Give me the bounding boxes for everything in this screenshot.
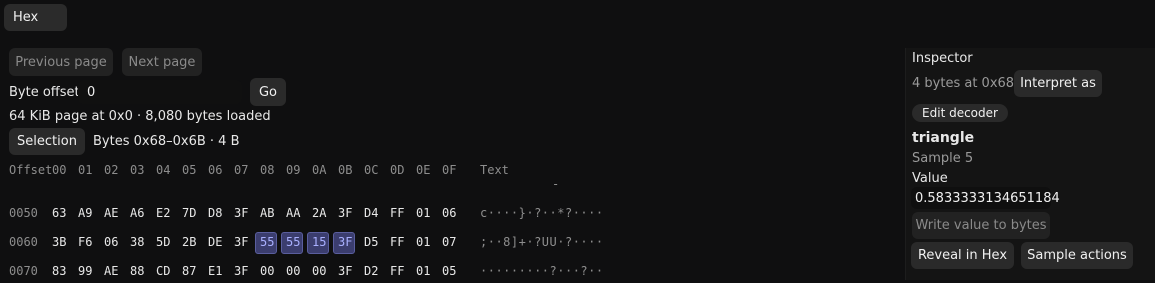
hex-header-col: 05 bbox=[182, 163, 197, 177]
hex-byte-cell[interactable]: 15 bbox=[312, 235, 326, 249]
hex-byte-cell[interactable]: D5 bbox=[364, 235, 378, 249]
hex-byte-cell[interactable]: AE bbox=[104, 264, 118, 278]
hex-byte-cell[interactable]: A9 bbox=[78, 206, 92, 220]
hex-header-col: 08 bbox=[260, 163, 275, 177]
hex-byte-cell[interactable]: 83 bbox=[52, 264, 66, 278]
go-button[interactable]: Go bbox=[250, 78, 286, 106]
hex-byte-cell[interactable]: F6 bbox=[78, 235, 92, 249]
hex-byte-cell[interactable]: 2B bbox=[182, 235, 196, 249]
hex-row-text: ;··8]+·?UU·?···· bbox=[480, 235, 604, 249]
next-page-button[interactable]: Next page bbox=[122, 48, 202, 76]
previous-page-button[interactable]: Previous page bbox=[9, 48, 113, 76]
hex-byte-cell[interactable]: D2 bbox=[364, 264, 378, 278]
hex-header-text: Text bbox=[480, 163, 509, 177]
hex-header-offset: Offset bbox=[9, 163, 53, 177]
inspector-title: Inspector bbox=[912, 51, 973, 66]
interpret-as-button[interactable]: Interpret as bbox=[1014, 70, 1102, 97]
value-label: Value bbox=[912, 171, 948, 186]
byte-offset-label: Byte offset bbox=[9, 85, 80, 100]
byte-offset-input[interactable]: 0 bbox=[78, 80, 242, 104]
page-info: 64 KiB page at 0x0 · 8,080 bytes loaded bbox=[9, 109, 271, 124]
hex-header-col: 07 bbox=[234, 163, 249, 177]
hex-byte-cell[interactable]: AB bbox=[260, 206, 274, 220]
hex-header-col: 0F bbox=[442, 163, 457, 177]
hex-byte-cell[interactable]: 00 bbox=[260, 264, 274, 278]
hex-header-col: 0A bbox=[312, 163, 327, 177]
decoder-name: triangle bbox=[912, 130, 975, 146]
hex-byte-cell[interactable]: D8 bbox=[208, 206, 222, 220]
hex-byte-cell[interactable]: CD bbox=[156, 264, 170, 278]
hex-byte-cell[interactable]: 3B bbox=[52, 235, 66, 249]
hex-row-text: ·········?···?·· bbox=[480, 264, 604, 278]
value-text: 0.5833333134651184 bbox=[915, 190, 1060, 206]
hex-byte-cell[interactable]: 63 bbox=[52, 206, 66, 220]
hex-byte-cell[interactable]: 00 bbox=[312, 264, 326, 278]
hex-row: 0060 3B F6 06 38 5D 2B DE 3F 55 55 15 3F D5 FF 01 07 ;··8… bbox=[9, 232, 889, 254]
hex-byte-cell[interactable]: 01 bbox=[416, 206, 430, 220]
hex-header-col: 0D bbox=[390, 163, 405, 177]
hex-byte-cell[interactable]: FF bbox=[390, 235, 404, 249]
hex-byte-cell[interactable]: 06 bbox=[442, 206, 456, 220]
hex-byte-cell[interactable]: A6 bbox=[130, 206, 144, 220]
view-mode-select[interactable]: Hex bbox=[4, 4, 67, 31]
hex-byte-cell[interactable]: 01 bbox=[416, 235, 430, 249]
hex-byte-cell[interactable]: D4 bbox=[364, 206, 378, 220]
hex-byte-cell[interactable]: 05 bbox=[442, 264, 456, 278]
hex-byte-cell[interactable]: FF bbox=[390, 206, 404, 220]
hex-header-col: 0C bbox=[364, 163, 379, 177]
sample-actions-button[interactable]: Sample actions bbox=[1021, 242, 1133, 269]
selection-button[interactable]: Selection bbox=[9, 128, 85, 155]
hex-byte-cell[interactable]: 3F bbox=[234, 264, 248, 278]
view-mode-value: Hex bbox=[13, 10, 39, 25]
hex-byte-cell[interactable]: 87 bbox=[182, 264, 196, 278]
hex-byte-cell[interactable]: 07 bbox=[442, 235, 456, 249]
hex-byte-cell[interactable]: 01 bbox=[416, 264, 430, 278]
hex-byte-cell[interactable]: 3F bbox=[234, 206, 248, 220]
hex-row-text: c····}·?··*?···· bbox=[480, 206, 604, 220]
hex-byte-cell[interactable]: AA bbox=[286, 206, 300, 220]
hex-row-offset: 0050 bbox=[9, 206, 38, 220]
hex-byte-cell[interactable]: 3F bbox=[338, 264, 352, 278]
hex-byte-cell[interactable]: 2A bbox=[312, 206, 326, 220]
hex-byte-cell[interactable]: 3F bbox=[338, 206, 352, 220]
selection-range: Bytes 0x68–0x6B · 4 B bbox=[93, 134, 240, 149]
value-field[interactable]: 0.5833333134651184 bbox=[911, 187, 1060, 209]
hex-byte-cell[interactable]: FF bbox=[390, 264, 404, 278]
hex-byte-cell[interactable]: AE bbox=[104, 206, 118, 220]
hex-byte-cell[interactable]: 06 bbox=[104, 235, 118, 249]
hex-row-offset: 0060 bbox=[9, 235, 38, 249]
hex-byte-cell[interactable]: E2 bbox=[156, 206, 170, 220]
hex-byte-cell[interactable]: 99 bbox=[78, 264, 92, 278]
inspector-summary: 4 bytes at 0x68 bbox=[912, 76, 1015, 91]
hex-header-col: 03 bbox=[130, 163, 145, 177]
edit-decoder-button[interactable]: Edit decoder bbox=[912, 104, 1008, 122]
hex-byte-cell[interactable]: 00 bbox=[286, 264, 300, 278]
hex-byte-cell[interactable]: DE bbox=[208, 235, 222, 249]
byte-offset-value: 0 bbox=[87, 84, 96, 100]
hex-byte-cell[interactable]: 3F bbox=[338, 235, 352, 249]
hex-byte-cell[interactable]: 55 bbox=[286, 235, 300, 249]
hex-header-col: 0B bbox=[338, 163, 353, 177]
hex-row-offset: 0070 bbox=[9, 264, 38, 278]
hex-header-col: 0E bbox=[416, 163, 431, 177]
hex-header-col: 04 bbox=[156, 163, 171, 177]
hex-row: 0050 63 A9 AE A6 E2 7D D8 3F AB AA 2A 3F D4 FF 01 06 c···… bbox=[9, 203, 889, 225]
hex-header-col: 09 bbox=[286, 163, 301, 177]
hex-byte-cell[interactable]: 38 bbox=[130, 235, 144, 249]
hex-header-extra: - bbox=[552, 177, 560, 191]
reveal-in-hex-button[interactable]: Reveal in Hex bbox=[911, 242, 1014, 269]
hex-byte-cell[interactable]: 7D bbox=[182, 206, 196, 220]
hex-byte-cell[interactable]: 5D bbox=[156, 235, 170, 249]
hex-header-col: 00 bbox=[52, 163, 67, 177]
hex-byte-cell[interactable]: 55 bbox=[260, 235, 274, 249]
hex-header-col: 01 bbox=[78, 163, 93, 177]
hex-byte-cell[interactable]: E1 bbox=[208, 264, 222, 278]
sample-label: Sample 5 bbox=[912, 151, 974, 166]
write-value-button[interactable]: Write value to bytes bbox=[912, 212, 1050, 239]
hex-header-col: 02 bbox=[104, 163, 119, 177]
hex-byte-cell[interactable]: 88 bbox=[130, 264, 144, 278]
hex-header-col: 06 bbox=[208, 163, 223, 177]
hex-byte-cell[interactable]: 3F bbox=[234, 235, 248, 249]
